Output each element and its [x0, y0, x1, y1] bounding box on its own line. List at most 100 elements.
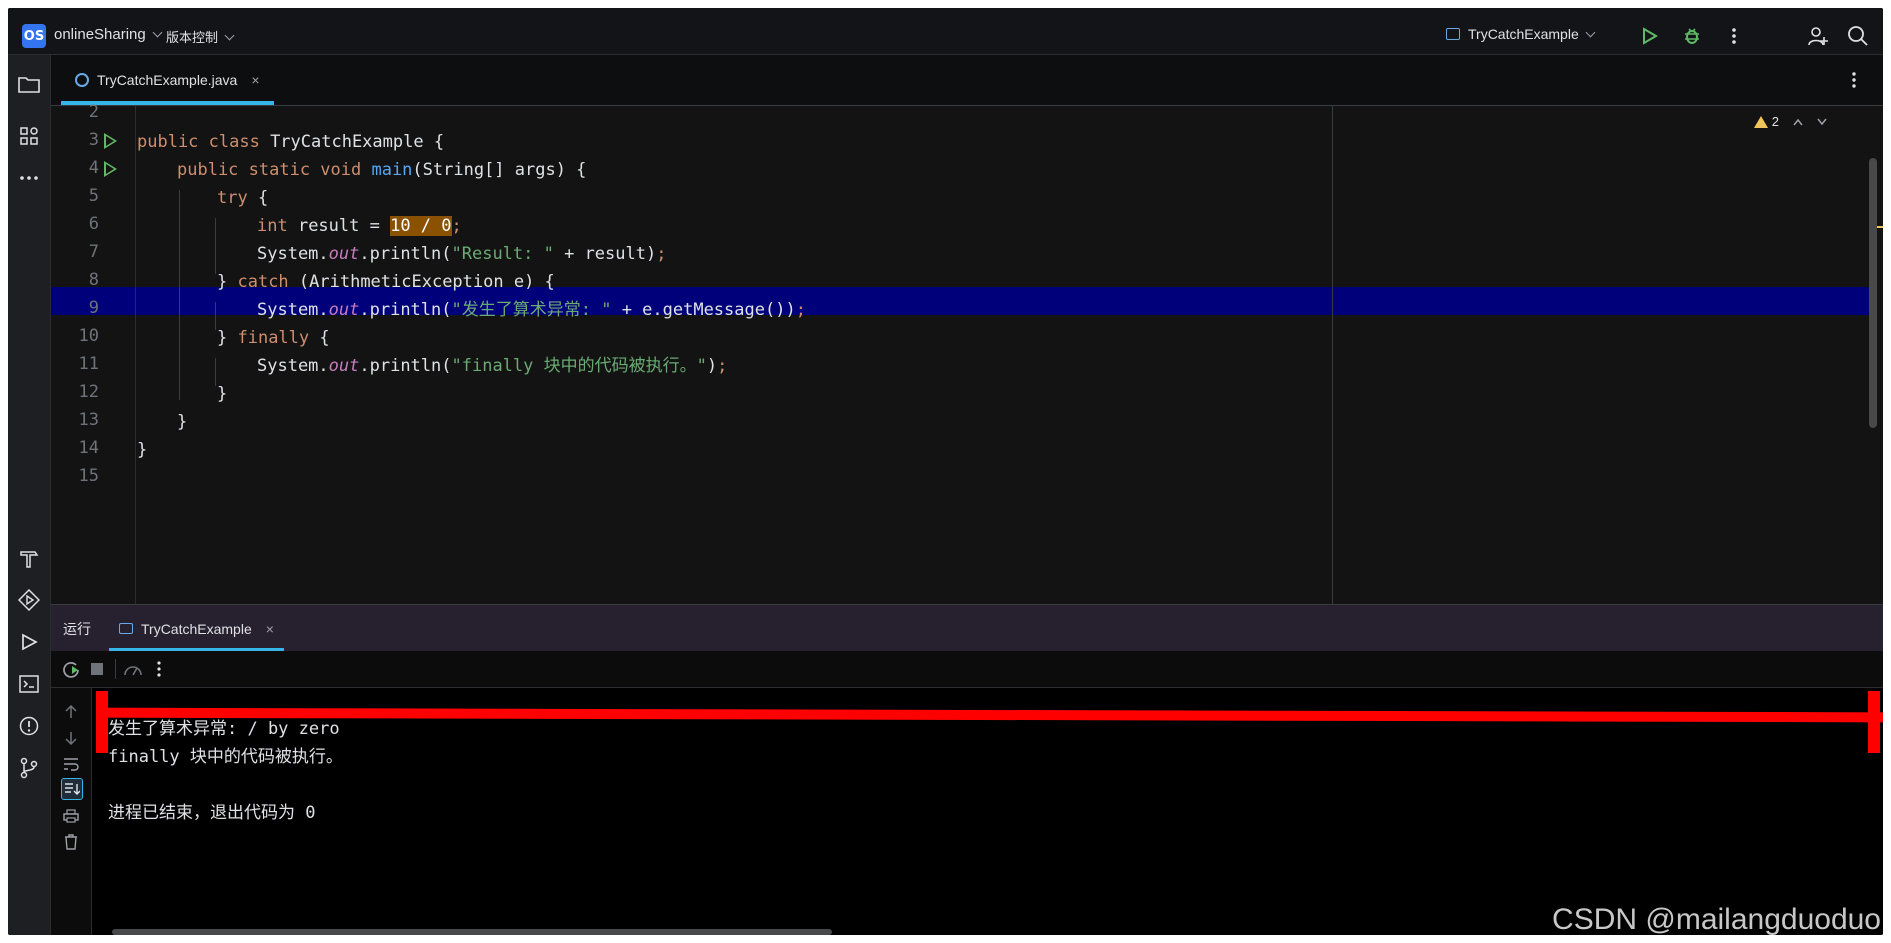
code-editor[interactable]: 2 3 4 5 6 7 8 9 10 11 12 13 14 15 public… [51, 102, 1883, 604]
warning-count: 2 [1771, 114, 1779, 129]
clear-all-button[interactable] [61, 832, 81, 852]
trash-icon [65, 834, 77, 850]
run-gutter-icon[interactable] [104, 133, 117, 149]
run-more-button[interactable] [149, 659, 169, 679]
toolbar-separator [115, 659, 116, 679]
project-selector[interactable]: onlineSharing [54, 26, 163, 43]
print-button[interactable] [61, 806, 81, 826]
run-button[interactable] [1636, 22, 1664, 50]
console-side-toolbar [51, 688, 92, 935]
run-tool-button[interactable] [16, 629, 42, 655]
indent-guide [215, 302, 216, 330]
code-line-12: } [217, 384, 228, 404]
stop-button[interactable] [87, 659, 107, 679]
run-tab[interactable]: TryCatchExample × [109, 605, 284, 652]
console-horizontal-scrollbar[interactable] [112, 929, 832, 935]
debug-button[interactable] [1678, 22, 1706, 50]
scroll-up-button[interactable] [61, 702, 81, 722]
indent-guide [179, 190, 180, 400]
run-toolbar [51, 651, 1883, 688]
code-line-6: int result = 10 / 0; [257, 216, 462, 236]
problems-icon [19, 716, 39, 736]
close-icon[interactable]: × [266, 621, 274, 637]
console-line: 发生了算术异常: / by zero [108, 719, 340, 739]
title-bar: OS onlineSharing 版本控制 TryCatchExample [8, 8, 1883, 55]
close-icon[interactable]: × [251, 72, 259, 88]
services-tool-button[interactable] [16, 587, 42, 613]
run-config-selector[interactable]: TryCatchExample [1446, 26, 1596, 42]
editor-tab[interactable]: TryCatchExample.java × [61, 55, 274, 105]
add-user-button[interactable] [1804, 22, 1832, 50]
soft-wrap-icon [64, 758, 79, 771]
more-vertical-icon [1732, 28, 1736, 44]
structure-icon [20, 127, 38, 145]
line-number: 5 [88, 186, 99, 206]
console-icon [1446, 28, 1460, 40]
rerun-button[interactable] [61, 659, 81, 679]
more-vertical-icon [1852, 72, 1856, 88]
soft-wrap-button[interactable] [61, 754, 81, 774]
terminal-tool-button[interactable] [16, 671, 42, 697]
code-line-5: try { [217, 188, 269, 208]
watermark: CSDN @mailangduoduo [1552, 903, 1881, 936]
code-line-4: public static void main(String[] args) { [177, 160, 587, 180]
project-tool-button[interactable] [16, 71, 42, 97]
redaction-mark [96, 691, 108, 753]
left-tool-strip [8, 55, 51, 935]
chevron-up-icon [1793, 118, 1803, 125]
more-tools-button[interactable] [16, 165, 42, 191]
console-output[interactable]: 发生了算术异常: / by zero finally 块中的代码被执行。 进程已… [51, 688, 1883, 935]
build-tool-button[interactable] [16, 545, 42, 571]
vcs-label: 版本控制 [166, 30, 219, 45]
line-number: 8 [88, 270, 99, 290]
code-line-3: public class TryCatchExample { [137, 132, 445, 152]
run-config-name: TryCatchExample [1468, 26, 1579, 42]
line-number: 11 [78, 354, 99, 374]
project-badge[interactable]: OS [22, 24, 46, 48]
scroll-to-end-button[interactable] [61, 778, 83, 800]
line-number: 6 [88, 214, 99, 234]
structure-tool-button[interactable] [16, 123, 42, 149]
chevron-down-icon [224, 30, 235, 41]
line-number: 9 [88, 298, 99, 318]
java-class-icon [75, 73, 89, 87]
code-line-8: } catch (ArithmeticException e) { [217, 272, 555, 292]
line-number: 4 [88, 158, 99, 178]
tab-options-button[interactable] [1851, 71, 1857, 93]
scroll-down-button[interactable] [61, 728, 81, 748]
ide-window: OS onlineSharing 版本控制 TryCatchExample Tr… [8, 8, 1883, 935]
line-number: 7 [88, 242, 99, 262]
run-icon [1643, 27, 1658, 45]
line-number: 12 [78, 382, 99, 402]
problems-tool-button[interactable] [16, 713, 42, 739]
git-tool-button[interactable] [16, 755, 42, 781]
project-name: onlineSharing [54, 26, 146, 43]
editor-scrollbar[interactable] [1869, 158, 1877, 428]
indent-guide [215, 358, 216, 386]
editor-tab-label: TryCatchExample.java [97, 72, 238, 88]
division-by-zero-warning: 10 / 0 [390, 216, 452, 236]
profiler-button[interactable] [123, 659, 143, 679]
line-number: 15 [78, 466, 99, 486]
add-user-icon [1808, 27, 1828, 46]
run-gutter-icon[interactable] [104, 161, 117, 177]
more-actions-button[interactable] [1720, 22, 1748, 50]
rerun-icon [63, 662, 79, 678]
stop-icon [91, 663, 103, 675]
print-icon [63, 809, 79, 823]
vcs-menu[interactable]: 版本控制 [166, 27, 235, 46]
more-vertical-icon [157, 661, 161, 677]
scroll-to-end-icon [65, 783, 80, 795]
inspection-widget[interactable]: 2 [1753, 114, 1827, 129]
arrow-up-icon [65, 705, 77, 718]
line-number: 2 [88, 102, 99, 122]
code-line-11: System.out.println("finally 块中的代码被执行。"); [257, 356, 728, 376]
search-button[interactable] [1844, 22, 1872, 50]
chevron-down-icon [1585, 27, 1596, 38]
folder-icon [18, 77, 40, 93]
code-line-7: System.out.println("Result: " + result); [257, 244, 667, 264]
line-number: 14 [78, 438, 99, 458]
line-number: 10 [78, 326, 99, 346]
line-gutter: 2 3 4 5 6 7 8 9 10 11 12 13 14 15 [51, 102, 136, 604]
code-line-13: } [177, 412, 188, 432]
